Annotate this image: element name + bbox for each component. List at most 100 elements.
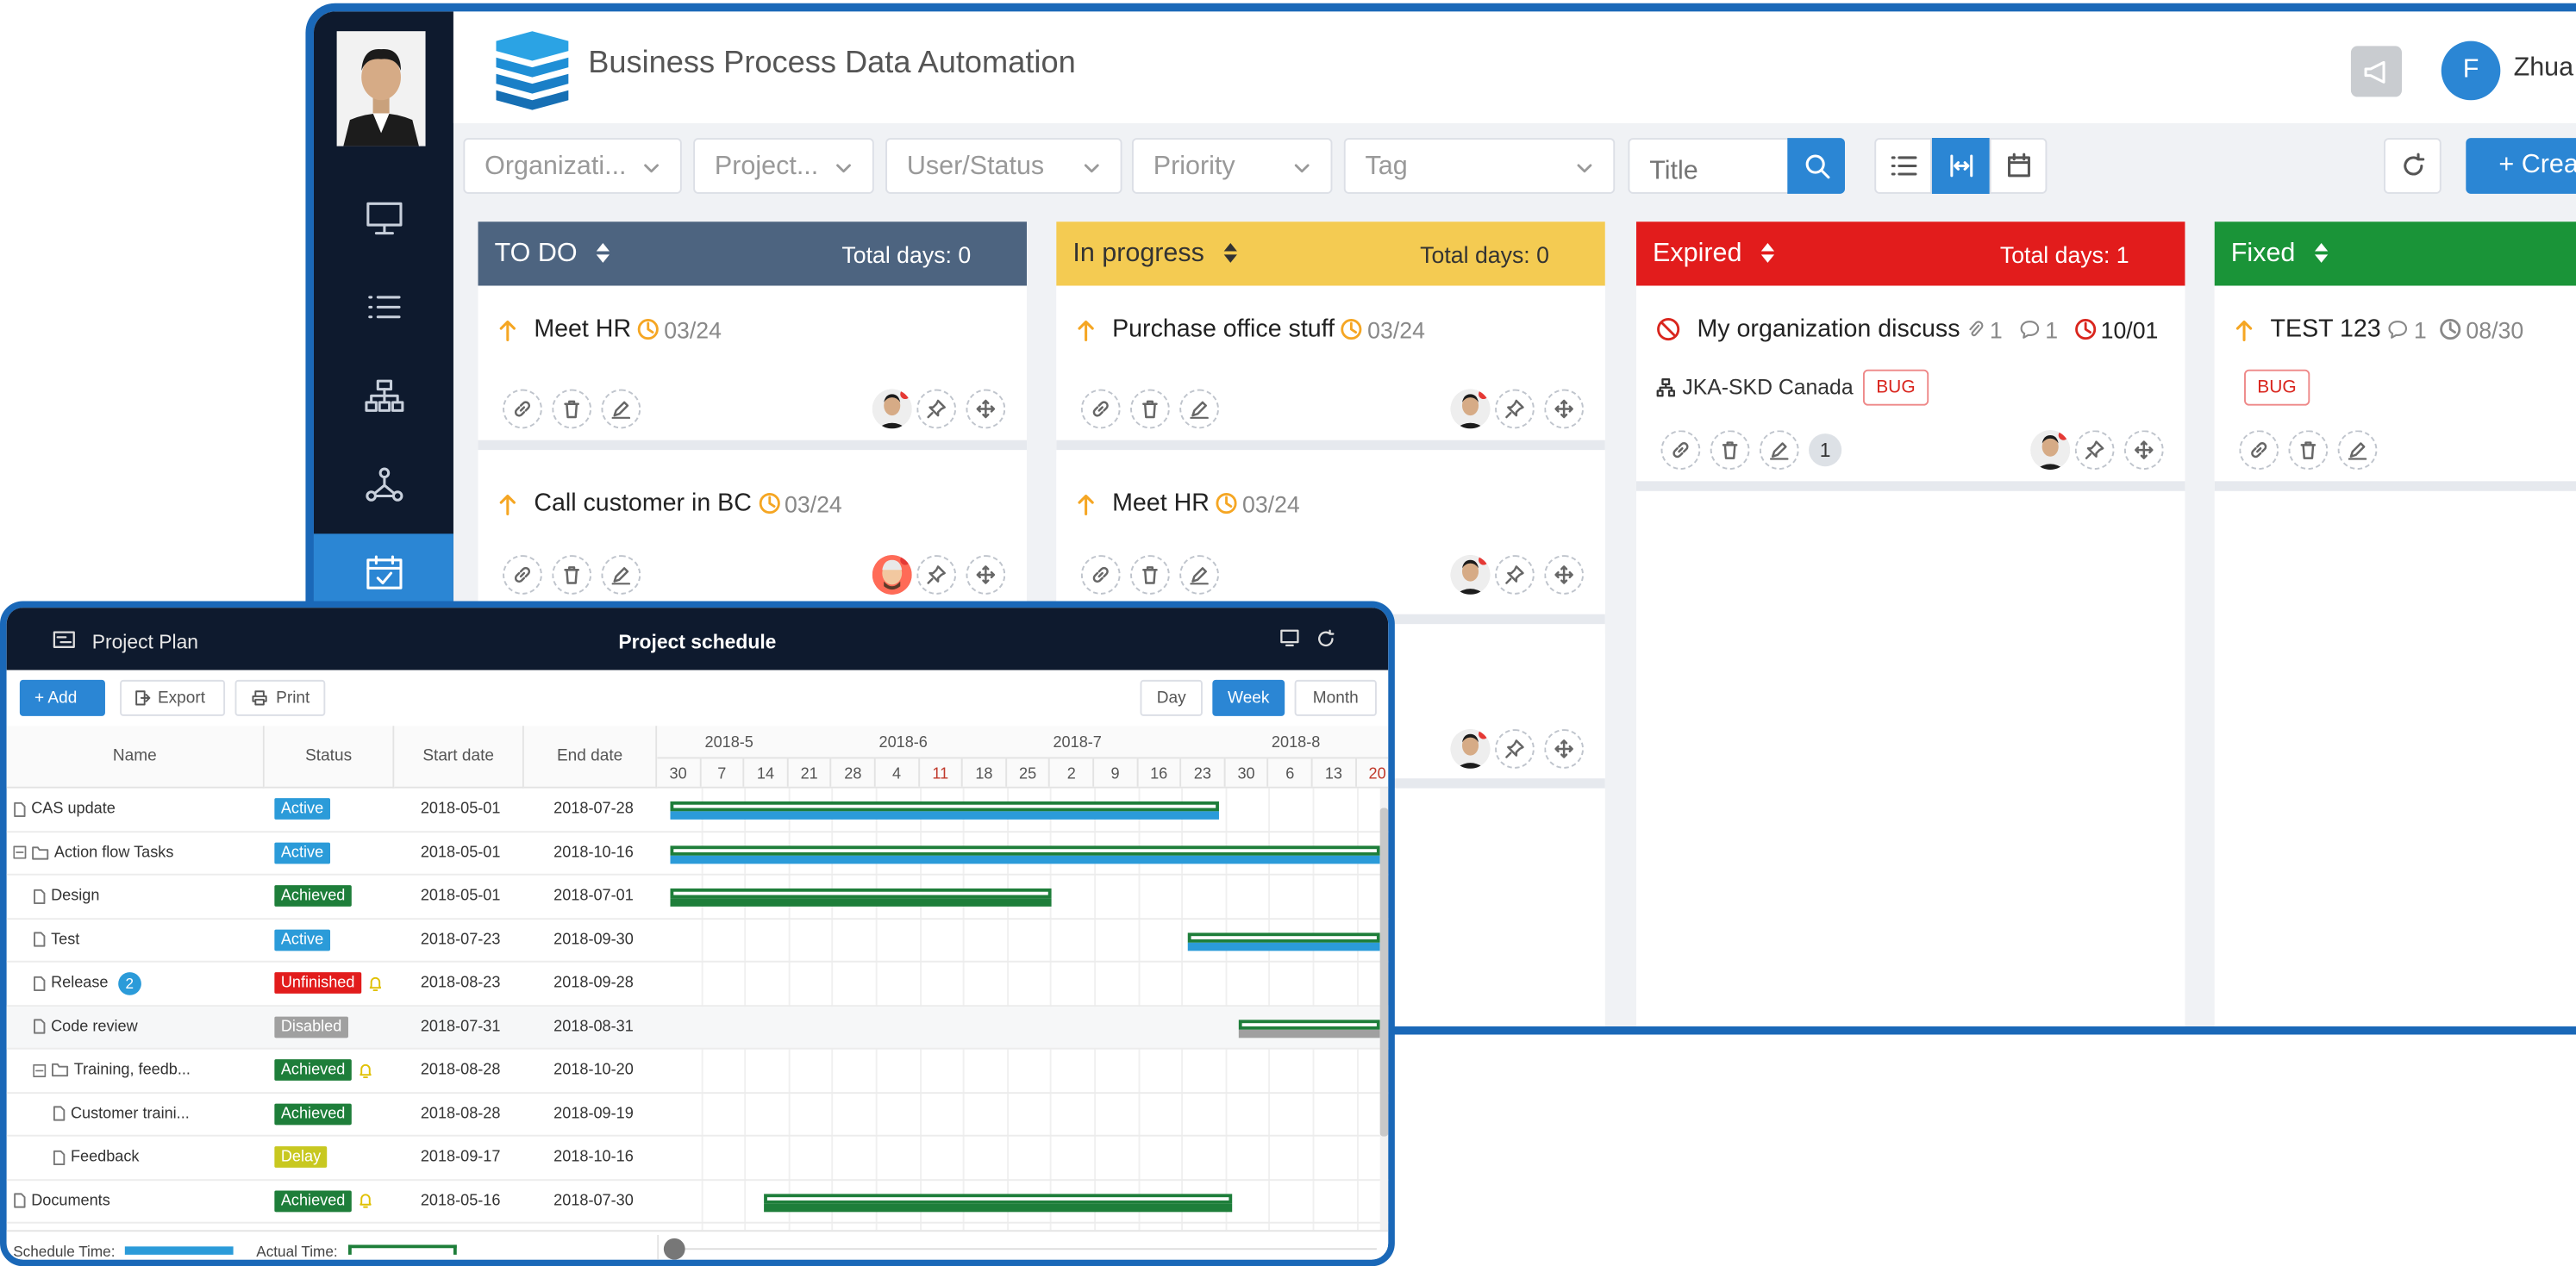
- schedule-time-bar[interactable]: [763, 1202, 1232, 1212]
- title-search-input[interactable]: [1628, 138, 1793, 194]
- add-button[interactable]: + Add: [19, 679, 105, 716]
- pin-button[interactable]: [1495, 389, 1535, 429]
- delete-button[interactable]: [1130, 389, 1170, 429]
- actual-time-bar[interactable]: [670, 888, 1051, 899]
- horizontal-scroll-handle[interactable]: [663, 1238, 685, 1260]
- schedule-time-bar[interactable]: [670, 854, 1380, 864]
- profile-photo[interactable]: [336, 31, 426, 147]
- collapse-icon[interactable]: [13, 845, 27, 860]
- table-row[interactable]: Customer traini... Achieved 2018-08-28 2018…: [6, 1093, 1389, 1137]
- task-tag[interactable]: BUG: [2244, 369, 2310, 406]
- pin-button[interactable]: [2074, 430, 2115, 471]
- delete-button[interactable]: [1130, 555, 1170, 595]
- delete-button[interactable]: [552, 555, 592, 595]
- task-card[interactable]: My organization discuss 1 1 10/01 JKA-SK…: [1635, 285, 2185, 491]
- schedule-time-bar[interactable]: [670, 898, 1051, 907]
- print-button[interactable]: Print: [234, 679, 326, 716]
- link-button[interactable]: [503, 389, 542, 429]
- sort-icon[interactable]: [1759, 241, 1775, 265]
- table-row[interactable]: Test Active 2018-07-23 2018-09-30: [6, 919, 1389, 963]
- actual-time-bar[interactable]: [670, 845, 1380, 855]
- edit-button[interactable]: [601, 555, 641, 595]
- week-view-button[interactable]: Week: [1212, 679, 1285, 716]
- user-avatar[interactable]: F: [2441, 41, 2501, 101]
- announcement-button[interactable]: [2350, 46, 2402, 97]
- move-button[interactable]: [1544, 389, 1584, 429]
- move-button[interactable]: [1544, 729, 1584, 769]
- actual-time-bar[interactable]: [1188, 932, 1380, 942]
- sort-icon[interactable]: [594, 241, 610, 265]
- link-button[interactable]: [1080, 555, 1121, 595]
- pin-button[interactable]: [916, 389, 957, 429]
- edit-button[interactable]: [1759, 430, 1799, 471]
- sort-icon[interactable]: [1222, 241, 1238, 265]
- collapse-icon[interactable]: [33, 1063, 47, 1077]
- priority-filter[interactable]: Priority: [1131, 138, 1333, 194]
- assignee-avatar[interactable]: [2030, 430, 2071, 471]
- schedule-time-bar[interactable]: [1188, 941, 1380, 951]
- schedule-time-bar[interactable]: [1238, 1028, 1380, 1038]
- table-row[interactable]: Release 2 Unfinished 2018-08-23 2018-09-28: [6, 963, 1389, 1007]
- fullscreen-icon[interactable]: [1279, 629, 1299, 647]
- refresh-button[interactable]: [2384, 138, 2442, 194]
- schedule-time-bar[interactable]: [670, 811, 1220, 820]
- user-name[interactable]: Zhua: [2514, 54, 2573, 84]
- notification-badge[interactable]: 2: [117, 971, 141, 995]
- move-button[interactable]: [2123, 430, 2164, 471]
- vertical-scrollbar[interactable]: [1379, 788, 1389, 1231]
- column-header-name[interactable]: Name: [6, 726, 265, 789]
- task-card[interactable]: Call customer in BC 03/24: [478, 459, 1027, 614]
- pin-button[interactable]: [916, 555, 957, 595]
- user-status-filter[interactable]: User/Status: [885, 138, 1122, 194]
- bell-icon[interactable]: [359, 1193, 373, 1209]
- column-header-start[interactable]: Start date: [394, 726, 524, 789]
- table-row[interactable]: Code review Disabled 2018-07-31 2018-08-31: [6, 1006, 1389, 1050]
- link-button[interactable]: [2239, 430, 2279, 471]
- list-view-button[interactable]: [1874, 138, 1932, 194]
- sidebar-item-organization[interactable]: [314, 357, 453, 435]
- link-button[interactable]: [503, 555, 542, 595]
- bell-icon[interactable]: [368, 975, 383, 991]
- move-button[interactable]: [966, 555, 1006, 595]
- assignee-avatar[interactable]: [872, 389, 912, 429]
- task-card[interactable]: Meet HR 03/24: [478, 285, 1027, 451]
- move-button[interactable]: [966, 389, 1006, 429]
- scrollbar-thumb[interactable]: [1379, 808, 1389, 1137]
- table-row[interactable]: Training, feedb... Achieved 2018-08-28 2018…: [6, 1050, 1389, 1094]
- day-view-button[interactable]: Day: [1140, 679, 1203, 716]
- actual-time-bar[interactable]: [1238, 1019, 1380, 1029]
- tag-filter[interactable]: Tag: [1343, 138, 1616, 194]
- edit-button[interactable]: [1179, 555, 1219, 595]
- move-button[interactable]: [1544, 555, 1584, 595]
- calendar-view-button[interactable]: [1989, 138, 2048, 194]
- actual-time-bar[interactable]: [763, 1193, 1232, 1203]
- edit-button[interactable]: [1179, 389, 1219, 429]
- link-button[interactable]: [1660, 430, 1701, 471]
- delete-button[interactable]: [552, 389, 592, 429]
- pin-button[interactable]: [1495, 555, 1535, 595]
- assignee-avatar[interactable]: [1450, 555, 1491, 595]
- column-header-end[interactable]: End date: [523, 726, 658, 789]
- bell-icon[interactable]: [359, 1062, 373, 1078]
- sidebar-item-list[interactable]: [314, 268, 453, 346]
- create-button[interactable]: + Crea: [2466, 138, 2576, 194]
- search-button[interactable]: [1787, 138, 1845, 194]
- assignee-avatar[interactable]: [1450, 389, 1491, 429]
- table-row[interactable]: Feedback Delay 2018-09-17 2018-10-16: [6, 1137, 1389, 1181]
- task-card[interactable]: Meet HR 03/24: [1056, 459, 1605, 625]
- sort-icon[interactable]: [2312, 241, 2329, 265]
- project-filter[interactable]: Project...: [693, 138, 874, 194]
- link-button[interactable]: [1080, 389, 1121, 429]
- month-view-button[interactable]: Month: [1294, 679, 1377, 716]
- sidebar-item-workflow[interactable]: [314, 445, 453, 523]
- board-view-button[interactable]: [1931, 138, 1990, 194]
- task-card[interactable]: TEST 123 1 08/30 BUG: [2214, 285, 2576, 491]
- refresh-icon[interactable]: [1316, 629, 1335, 649]
- delete-button[interactable]: [1710, 430, 1750, 471]
- sidebar-item-dashboard[interactable]: [314, 179, 453, 258]
- export-button[interactable]: Export: [120, 679, 226, 716]
- organization-filter[interactable]: Organizati...: [463, 138, 682, 194]
- pin-button[interactable]: [1495, 729, 1535, 769]
- assignee-avatar[interactable]: [1450, 729, 1491, 769]
- horizontal-scroll-track[interactable]: [673, 1248, 1377, 1250]
